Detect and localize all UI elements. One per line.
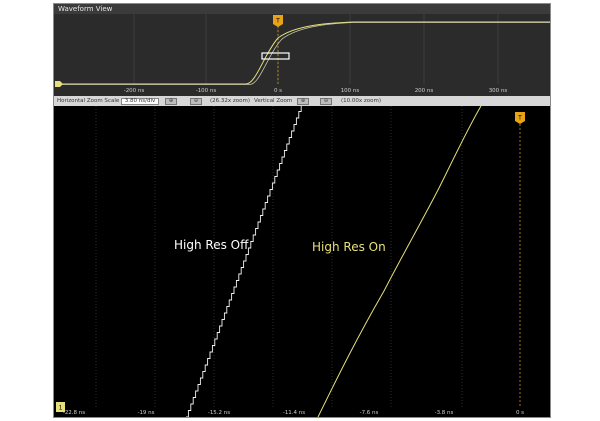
overview-time-label: 300 ns bbox=[489, 88, 508, 94]
main-time-label: -22.8 ns bbox=[63, 410, 85, 416]
main-time-label: -7.6 ns bbox=[360, 410, 379, 416]
horizontal-zoom-scale-input[interactable]: 3.80 ns/div bbox=[121, 97, 159, 105]
trace-off-annotation: High Res Off bbox=[174, 238, 249, 252]
zoomed-waveform-plot[interactable]: High Res Off High Res On T 1 -22.8 ns -1… bbox=[54, 105, 550, 418]
trace-high-res-off bbox=[186, 106, 302, 418]
window-titlebar: Waveform View bbox=[54, 4, 550, 14]
horizontal-zoom-out-button[interactable]: ⊖ bbox=[190, 97, 202, 105]
vertical-zoom-label: Vertical Zoom bbox=[254, 98, 293, 104]
overview-time-label: -100 ns bbox=[196, 88, 217, 94]
overview-time-label: -200 ns bbox=[124, 88, 145, 94]
overview-trace-off bbox=[58, 22, 550, 85]
main-time-label: -15.2 ns bbox=[208, 410, 230, 416]
overview-time-label: 100 ns bbox=[341, 88, 360, 94]
overview-trigger-marker[interactable]: T bbox=[273, 15, 283, 27]
main-time-label: -19 ns bbox=[137, 410, 154, 416]
main-time-label: -3.8 ns bbox=[435, 410, 454, 416]
overview-trace-on bbox=[58, 21, 550, 85]
horizontal-zoom-in-button[interactable]: ⊕ bbox=[165, 97, 177, 105]
vertical-zoom-out-button[interactable]: ⊖ bbox=[320, 97, 332, 105]
svg-text:T: T bbox=[517, 115, 522, 122]
vertical-zoom-in-button[interactable]: ⊕ bbox=[297, 97, 309, 105]
horizontal-zoom-label: Horizontal Zoom Scale bbox=[57, 98, 120, 104]
window-title: Waveform View bbox=[58, 5, 113, 13]
main-trigger-marker[interactable]: T bbox=[515, 112, 525, 124]
trace-on-annotation: High Res On bbox=[312, 240, 386, 254]
overview-time-label: 0 s bbox=[274, 88, 282, 94]
trace-high-res-on bbox=[317, 105, 482, 418]
waveform-view-window: Waveform View T -200 ns -100 ns 0 s 100 … bbox=[53, 3, 551, 418]
overview-plot[interactable]: T -200 ns -100 ns 0 s 100 ns 200 ns 300 … bbox=[54, 14, 550, 96]
zoom-control-bar: Horizontal Zoom Scale 3.80 ns/div ⊕ ⊖ (2… bbox=[54, 96, 550, 106]
main-time-label: -11.4 ns bbox=[283, 410, 305, 416]
svg-text:T: T bbox=[275, 18, 280, 25]
main-time-label: 0 s bbox=[516, 410, 524, 416]
overview-channel-marker[interactable] bbox=[55, 81, 63, 87]
overview-time-label: 200 ns bbox=[415, 88, 434, 94]
vertical-zoom-factor: (10.00x zoom) bbox=[341, 98, 382, 104]
horizontal-zoom-factor: (26.32x zoom) bbox=[210, 98, 251, 104]
